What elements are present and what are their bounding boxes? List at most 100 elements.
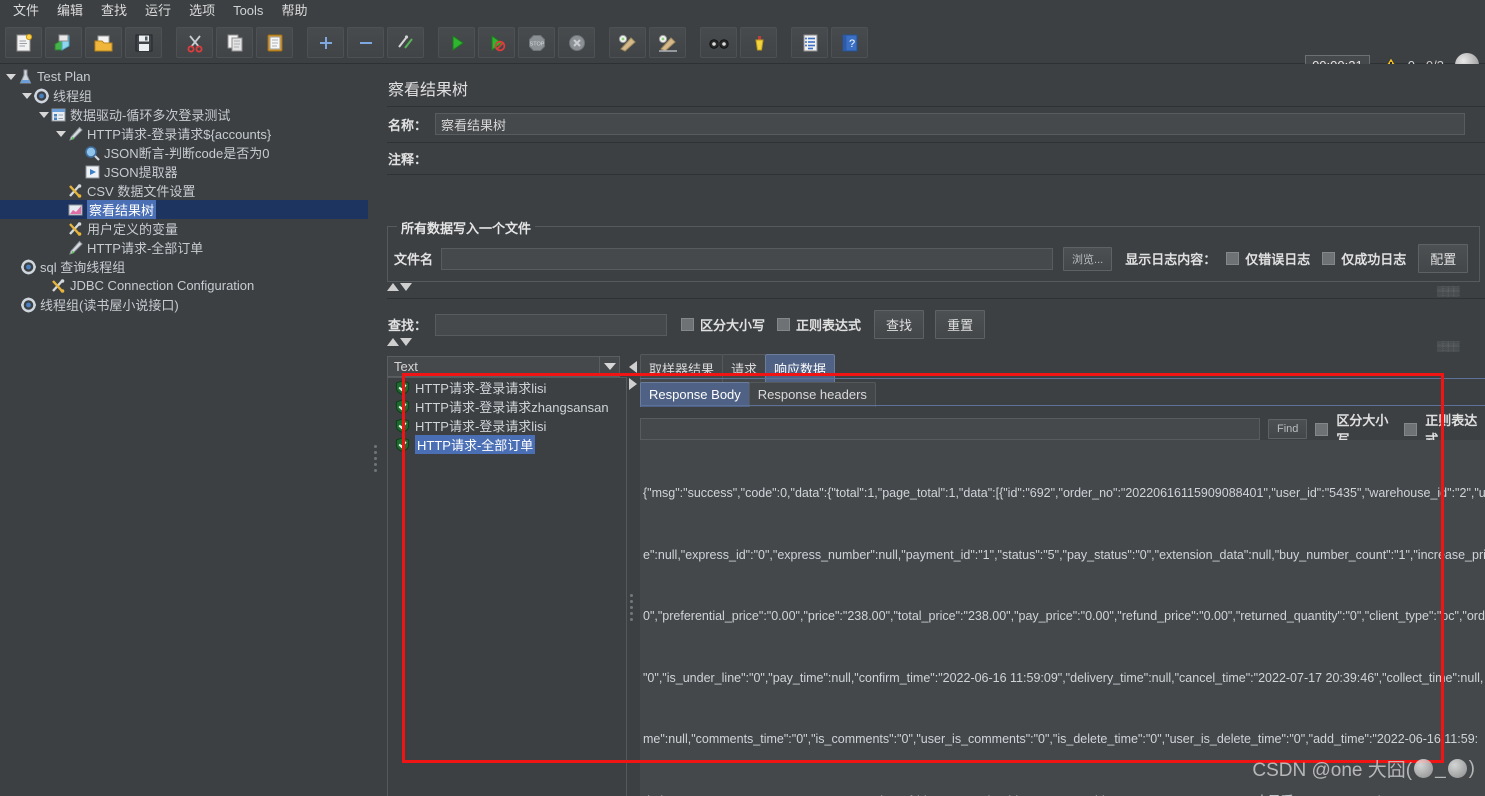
collapse-expand-strip[interactable] (387, 283, 412, 291)
save-icon[interactable] (125, 27, 162, 58)
tree-node-view-results-tree[interactable]: 察看结果树 (0, 200, 368, 219)
success-shield-icon (395, 399, 410, 414)
collapse-all-icon[interactable] (347, 27, 384, 58)
renderer-select[interactable]: Text (387, 356, 620, 377)
clear-icon[interactable] (609, 27, 646, 58)
tree-node-novel-thread-group[interactable]: 线程组(读书屋小说接口) (0, 295, 368, 314)
list-item[interactable]: HTTP请求-登录请求lisi (388, 378, 626, 397)
filename-input[interactable] (441, 247, 1054, 270)
drag-dots[interactable]: ▒▒▒▒ (1437, 341, 1459, 351)
tree-node-jdbc-connection-configuration[interactable]: JDBC Connection Configuration (0, 276, 368, 295)
comment-input[interactable] (435, 147, 1466, 169)
splitter-grip[interactable] (371, 442, 379, 478)
list-item-label: HTTP请求-登录请求lisi (415, 381, 547, 396)
search-regex-checkbox[interactable] (777, 318, 791, 331)
list-item[interactable]: HTTP请求-登录请求lisi (388, 416, 626, 435)
tree-node-http-login[interactable]: HTTP请求-登录请求${accounts} (0, 124, 368, 143)
stop-icon[interactable]: STOP (518, 27, 555, 58)
tree-node-loop-controller[interactable]: 数据驱动-循环多次登录测试 (0, 105, 368, 124)
menu-file[interactable]: 文件 (4, 1, 48, 21)
chevron-down-icon[interactable] (37, 108, 50, 121)
config-icon (67, 183, 84, 199)
cut-icon[interactable] (176, 27, 213, 58)
find-button[interactable]: 查找 (874, 310, 925, 339)
tree-node-http-all-orders[interactable]: HTTP请求-全部订单 (0, 238, 368, 257)
divider (387, 142, 1485, 143)
chevron-down-icon[interactable] (54, 127, 67, 140)
tab-response-headers[interactable]: Response headers (748, 382, 876, 407)
tree-node-label: 用户定义的变量 (87, 222, 179, 237)
tree-node-json-extractor[interactable]: JSON提取器 (0, 162, 368, 181)
test-plan-tree[interactable]: Test Plan 线程组 数据驱动-循环多次登录测试 HTTP请求-登录请求$… (0, 64, 368, 796)
comment-row: 注释： (388, 147, 1480, 169)
chevron-right-icon[interactable] (629, 378, 637, 390)
chevron-down-icon[interactable] (400, 338, 412, 346)
main-splitter[interactable] (368, 64, 382, 796)
templates-icon[interactable] (45, 27, 82, 58)
controller-icon (50, 107, 67, 123)
config-icon (67, 221, 84, 237)
response-find-input[interactable] (640, 418, 1260, 440)
menu-options[interactable]: 选项 (180, 1, 224, 21)
drag-dots[interactable]: ▒▒▒▒ (1437, 286, 1459, 296)
chevron-left-icon[interactable] (629, 361, 637, 373)
expand-all-icon[interactable] (307, 27, 344, 58)
search-label: 查找： (388, 318, 428, 333)
tree-node-json-assertion[interactable]: JSON断言-判断code是否为0 (0, 143, 368, 162)
search-icon[interactable] (700, 27, 737, 58)
chevron-down-icon[interactable] (4, 70, 17, 83)
configure-button[interactable]: 配置 (1418, 244, 1469, 273)
detail-splitter[interactable] (628, 356, 639, 796)
name-input[interactable] (435, 113, 1466, 135)
function-helper-icon[interactable] (791, 27, 828, 58)
reset-search-icon[interactable] (740, 27, 777, 58)
results-list[interactable]: HTTP请求-登录请求lisi HTTP请求-登录请求zhangsansan H… (387, 377, 627, 796)
toggle-icon[interactable] (387, 27, 424, 58)
open-icon[interactable] (85, 27, 122, 58)
splitter-grip[interactable] (630, 591, 633, 624)
list-item[interactable]: HTTP请求-登录请求zhangsansan (388, 397, 626, 416)
browse-button[interactable]: 浏览... (1063, 246, 1113, 271)
menu-run[interactable]: 运行 (136, 1, 180, 21)
chevron-down-icon[interactable] (400, 283, 412, 291)
menu-tools[interactable]: Tools (224, 1, 272, 21)
response-tabbar[interactable]: Response Body Response headers (640, 382, 876, 407)
start-icon[interactable] (438, 27, 475, 58)
search-input[interactable] (435, 313, 668, 336)
start-no-pauses-icon[interactable] (478, 27, 515, 58)
tree-node-sql-thread-group[interactable]: sql 查询线程组 (0, 257, 368, 276)
copy-icon[interactable] (216, 27, 253, 58)
list-item[interactable]: HTTP请求-全部订单 (388, 435, 626, 454)
paste-icon[interactable] (256, 27, 293, 58)
tree-node-csv-dataset[interactable]: CSV 数据文件设置 (0, 181, 368, 200)
menu-search[interactable]: 查找 (92, 1, 136, 21)
reset-button[interactable]: 重置 (935, 310, 986, 339)
chevron-down-icon[interactable] (599, 357, 619, 376)
success-only-checkbox[interactable] (1322, 252, 1336, 265)
success-shield-icon (395, 380, 410, 395)
chevron-up-icon[interactable] (387, 338, 399, 346)
chevron-down-icon[interactable] (20, 89, 33, 102)
menu-help[interactable]: 帮助 (272, 1, 316, 21)
menu-edit[interactable]: 编辑 (48, 1, 92, 21)
name-row: 名称： (388, 113, 1480, 135)
success-shield-icon (395, 437, 410, 452)
response-case-sensitive-checkbox[interactable] (1315, 422, 1329, 436)
help-icon[interactable]: ? (831, 27, 868, 58)
errors-only-checkbox[interactable] (1226, 252, 1240, 265)
response-regex-checkbox[interactable] (1404, 422, 1418, 436)
tree-node-thread-group[interactable]: 线程组 (0, 86, 368, 105)
clear-all-icon[interactable] (649, 27, 686, 58)
svg-text:?: ? (848, 38, 854, 50)
tree-node-user-defined-variables[interactable]: 用户定义的变量 (0, 219, 368, 238)
collapse-expand-strip-2[interactable] (387, 338, 412, 346)
response-find-button[interactable]: Find (1268, 419, 1308, 439)
tab-response-body[interactable]: Response Body (640, 382, 750, 407)
search-case-sensitive-checkbox[interactable] (681, 318, 695, 331)
chevron-up-icon[interactable] (387, 283, 399, 291)
tree-node-test-plan[interactable]: Test Plan (0, 67, 368, 86)
shutdown-icon[interactable] (558, 27, 595, 58)
new-icon[interactable] (5, 27, 42, 58)
response-body-text[interactable]: {"msg":"success","code":0,"data":{"total… (640, 440, 1485, 796)
